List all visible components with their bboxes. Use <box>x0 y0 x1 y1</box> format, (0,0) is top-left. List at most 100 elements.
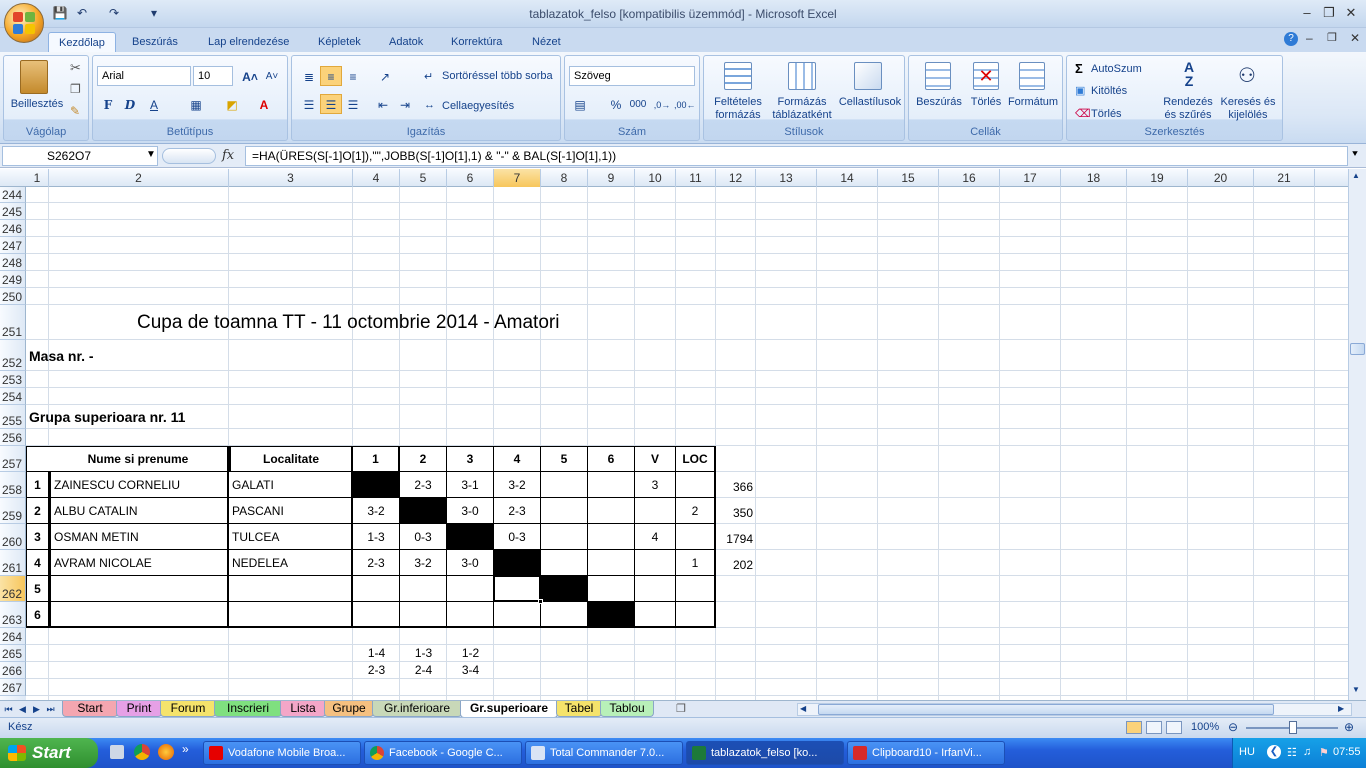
column-header[interactable]: 11 <box>676 169 716 187</box>
page-layout-view-icon[interactable] <box>1146 721 1162 734</box>
align-left-icon[interactable]: ☰ <box>298 94 320 114</box>
minimize-button[interactable]: – <box>1296 5 1318 21</box>
merge-cells-button[interactable]: Cellaegyesítés <box>442 100 514 113</box>
zoom-level[interactable]: 100% <box>1191 721 1219 733</box>
language-indicator[interactable]: HU <box>1239 746 1255 758</box>
format-as-table-button[interactable]: Formázás táblázatként <box>768 96 836 122</box>
row-header[interactable]: 247 <box>0 237 26 254</box>
column-header[interactable]: 13 <box>756 169 817 187</box>
column-header[interactable]: 4 <box>353 169 400 187</box>
row-header[interactable]: 255 <box>0 405 26 429</box>
sheet-tab[interactable]: Gr.inferioare <box>372 701 462 717</box>
copy-icon[interactable]: ❐ <box>70 82 81 96</box>
font-color-icon[interactable]: A <box>253 94 275 114</box>
doc-restore-button[interactable]: ❐ <box>1327 31 1337 44</box>
last-sheet-icon[interactable]: ⏭ <box>44 702 57 716</box>
row-header[interactable]: 263 <box>0 602 26 628</box>
find-select-icon[interactable]: ⚇ <box>1233 62 1261 90</box>
shrink-font-icon[interactable]: A˅ <box>261 66 283 86</box>
worksheet-grid[interactable]: Cupa de toamna TT - 11 octombrie 2014 - … <box>26 187 1348 700</box>
sheet-tab[interactable]: Forum <box>160 701 216 717</box>
clear-button[interactable]: Törlés <box>1091 108 1122 121</box>
paste-button[interactable]: Beillesztés <box>6 98 68 111</box>
security-icon[interactable]: ⚑ <box>1319 746 1329 759</box>
row-header[interactable]: 248 <box>0 254 26 271</box>
zoom-out-icon[interactable]: ⊖ <box>1228 720 1238 734</box>
row-header[interactable]: 261 <box>0 550 26 576</box>
paste-icon[interactable] <box>20 60 48 94</box>
align-bottom-icon[interactable]: ≡ <box>342 66 364 86</box>
scroll-up-icon[interactable]: ▲ <box>1352 171 1360 180</box>
column-header[interactable]: 5 <box>400 169 447 187</box>
underline-button[interactable]: A <box>143 94 165 114</box>
format-as-table-icon[interactable] <box>788 62 816 90</box>
fill-handle[interactable] <box>538 599 543 604</box>
borders-icon[interactable]: ▦ <box>185 94 207 114</box>
wrap-text-button[interactable]: Sortöréssel több sorba <box>442 70 553 83</box>
column-header[interactable]: 7 <box>494 169 541 187</box>
percent-button[interactable]: % <box>605 94 627 114</box>
align-top-icon[interactable]: ≣ <box>298 66 320 86</box>
task-facebook-chrome[interactable]: Facebook - Google C... <box>364 741 522 765</box>
start-button[interactable]: Start <box>0 738 98 768</box>
row-header[interactable]: 253 <box>0 371 26 388</box>
office-button[interactable] <box>4 3 44 43</box>
column-header[interactable]: 6 <box>447 169 494 187</box>
horizontal-scroll-thumb[interactable] <box>818 704 1274 715</box>
column-header[interactable]: 8 <box>541 169 588 187</box>
find-select-button[interactable]: Keresés és kijelölés <box>1215 96 1281 122</box>
conditional-format-icon[interactable] <box>724 62 752 90</box>
row-header[interactable]: 264 <box>0 628 26 645</box>
prev-sheet-icon[interactable]: ◀ <box>16 702 29 716</box>
row-header[interactable]: 260 <box>0 524 26 550</box>
insert-cells-button[interactable]: Beszúrás <box>911 96 967 109</box>
restore-button[interactable]: ❐ <box>1318 5 1340 21</box>
task-total-commander[interactable]: Total Commander 7.0... <box>525 741 683 765</box>
cell-styles-icon[interactable] <box>854 62 882 90</box>
formula-bar-handle[interactable] <box>162 148 216 164</box>
show-desktop-icon[interactable] <box>110 745 124 759</box>
fill-color-icon[interactable]: ◩ <box>221 94 243 114</box>
tab-review[interactable]: Korrektúra <box>441 32 512 52</box>
column-header[interactable]: 16 <box>939 169 1000 187</box>
sheet-tab[interactable]: Start <box>62 701 118 717</box>
sheet-tab[interactable]: Inscrieri <box>214 701 282 717</box>
tab-data[interactable]: Adatok <box>379 32 433 52</box>
column-header[interactable]: 20 <box>1188 169 1254 187</box>
column-header[interactable]: 15 <box>878 169 939 187</box>
column-header[interactable]: 12 <box>716 169 756 187</box>
doc-minimize-button[interactable]: – <box>1306 31 1313 45</box>
row-header[interactable]: 266 <box>0 662 26 679</box>
row-header[interactable]: 252 <box>0 340 26 371</box>
column-header[interactable]: 2 <box>49 169 229 187</box>
align-right-icon[interactable]: ☰ <box>342 94 364 114</box>
column-header[interactable]: 10 <box>635 169 676 187</box>
name-box[interactable]: S262O7 <box>2 146 158 166</box>
align-middle-icon[interactable]: ≡ <box>320 66 342 86</box>
sheet-tab[interactable]: Tablou <box>600 701 654 717</box>
row-header[interactable]: 244 <box>0 187 26 203</box>
chrome-icon[interactable] <box>134 744 150 760</box>
row-header[interactable]: 257 <box>0 446 26 472</box>
zoom-in-icon[interactable]: ⊕ <box>1344 720 1354 734</box>
network-icon[interactable]: ☷ <box>1287 746 1297 759</box>
column-header[interactable]: 18 <box>1061 169 1127 187</box>
next-sheet-icon[interactable]: ▶ <box>30 702 43 716</box>
tab-view[interactable]: Nézet <box>522 32 571 52</box>
close-button[interactable]: ✕ <box>1340 5 1362 21</box>
fill-button[interactable]: Kitöltés <box>1091 85 1127 98</box>
vertical-scroll-thumb[interactable] <box>1350 343 1365 355</box>
expand-formula-bar-icon[interactable]: ⯆ <box>1351 149 1359 160</box>
number-format-select[interactable]: Szöveg <box>569 66 695 86</box>
column-header[interactable]: 14 <box>817 169 878 187</box>
selected-cell[interactable] <box>493 575 541 602</box>
sort-filter-button[interactable]: Rendezés és szűrés <box>1157 96 1219 122</box>
row-header[interactable]: 259 <box>0 498 26 524</box>
conditional-format-button[interactable]: Feltételes formázás <box>704 96 772 122</box>
grow-font-icon[interactable]: A˄ <box>239 66 261 86</box>
task-irfanview[interactable]: Clipboard10 - IrfanVi... <box>847 741 1005 765</box>
insert-cells-icon[interactable] <box>925 62 951 90</box>
align-center-icon[interactable]: ☰ <box>320 94 342 114</box>
row-header[interactable]: 251 <box>0 305 26 340</box>
format-cells-button[interactable]: Formátum <box>1005 96 1061 109</box>
